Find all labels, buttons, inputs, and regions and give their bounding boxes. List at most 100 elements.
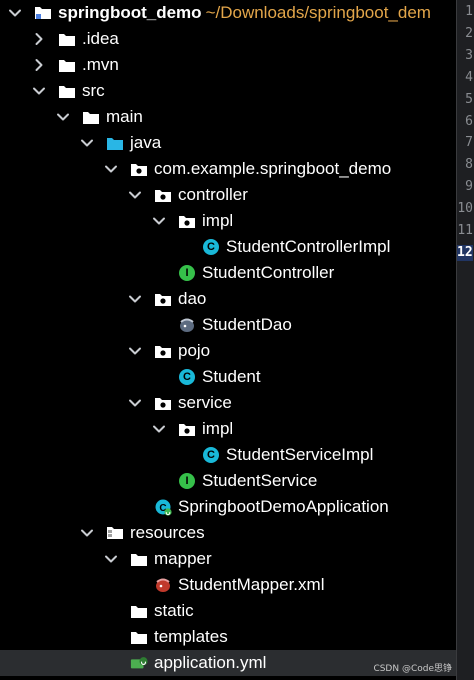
line-number: 2 — [465, 25, 473, 41]
interface-icon: I — [178, 265, 196, 281]
tree-node-student[interactable]: C Student — [0, 364, 456, 390]
folder-icon — [58, 83, 76, 99]
class-icon: C — [202, 447, 220, 463]
tree-node-impl[interactable]: impl — [0, 208, 456, 234]
tree-node-label: .idea — [82, 29, 119, 48]
project-path: ~/Downloads/springboot_dem — [205, 3, 431, 22]
resources-folder-icon — [106, 525, 124, 541]
tree-node-label: java — [130, 133, 162, 152]
tree-node-java[interactable]: java — [0, 130, 456, 156]
tree-node-label: StudentMapper.xml — [178, 575, 325, 594]
tree-node-label: SpringbootDemoApplication — [178, 497, 389, 516]
chevron-right-icon[interactable] — [32, 32, 46, 46]
line-number: 1 — [465, 4, 473, 19]
interface-icon: I — [178, 473, 196, 489]
package-icon — [154, 187, 172, 203]
package-icon — [154, 343, 172, 359]
package-icon — [154, 291, 172, 307]
chevron-down-icon[interactable] — [152, 214, 166, 228]
mybatis-xml-icon — [154, 577, 172, 593]
tree-node-label: com.example.springboot_demo — [154, 159, 392, 178]
tree-node-com-example-springboot-demo[interactable]: com.example.springboot_demo — [0, 156, 456, 182]
class-icon: C — [202, 239, 220, 255]
tree-node-label: pojo — [178, 341, 211, 360]
chevron-down-icon[interactable] — [128, 292, 142, 306]
chevron-down-icon[interactable] — [128, 188, 142, 202]
watermark: CSDN @Code思铮 — [373, 664, 452, 674]
line-number: 5 — [465, 91, 473, 107]
tree-node-label: src — [82, 81, 105, 100]
folder-icon — [130, 603, 148, 619]
tree-node-label: static — [154, 601, 194, 620]
tree-node-studentservice[interactable]: I StudentService — [0, 468, 456, 494]
line-number: 4 — [465, 69, 473, 85]
tree-node-templates[interactable]: templates — [0, 624, 456, 650]
chevron-down-icon[interactable] — [56, 110, 70, 124]
tree-node-dao[interactable]: dao — [0, 286, 456, 312]
tree-node-label: Student — [202, 367, 261, 386]
tree-node-label: .mvn — [82, 55, 119, 74]
tree-node-label: main — [106, 107, 143, 126]
tree-node-label: StudentDao — [202, 315, 292, 334]
line-number: 11 — [457, 223, 473, 238]
source-folder-icon — [106, 135, 124, 151]
line-number: 8 — [465, 157, 473, 173]
tree-node-label: templates — [154, 627, 228, 646]
package-icon — [130, 161, 148, 177]
tree-node-studentmapper-xml[interactable]: StudentMapper.xml — [0, 572, 456, 598]
tree-node-studentcontroller[interactable]: I StudentController — [0, 260, 456, 286]
tree-node-label: impl — [202, 211, 234, 230]
tree-node-impl[interactable]: impl — [0, 416, 456, 442]
tree-node-idea[interactable]: .idea — [0, 26, 456, 52]
project-tree: springboot_demo ~/Downloads/springboot_de… — [0, 0, 456, 680]
editor-gutter: 1 2 3 4 5 6 7 8 9 10 11 12 — [456, 0, 474, 680]
tree-node-label: dao — [178, 289, 207, 308]
folder-icon — [130, 629, 148, 645]
tree-node-springboot-demo[interactable]: springboot_demo ~/Downloads/springboot_de… — [0, 0, 456, 26]
tree-node-studentserviceimpl[interactable]: C StudentServiceImpl — [0, 442, 456, 468]
tree-node-studentdao[interactable]: StudentDao — [0, 312, 456, 338]
tree-node-label: resources — [130, 523, 205, 542]
folder-icon — [130, 551, 148, 567]
line-number: 12 — [457, 244, 473, 261]
package-icon — [154, 395, 172, 411]
chevron-down-icon[interactable] — [152, 422, 166, 436]
tree-node-resources[interactable]: resources — [0, 520, 456, 546]
chevron-down-icon[interactable] — [104, 162, 118, 176]
tree-node-src[interactable]: src — [0, 78, 456, 104]
tree-node-main[interactable]: main — [0, 104, 456, 130]
tree-node-mvn[interactable]: .mvn — [0, 52, 456, 78]
package-icon — [178, 421, 196, 437]
tree-node-label: mapper — [154, 549, 212, 568]
tree-node-controller[interactable]: controller — [0, 182, 456, 208]
tree-node-label: StudentServiceImpl — [226, 445, 374, 464]
tree-node-springbootdemoapplication[interactable]: C SpringbootDemoApplication — [0, 494, 456, 520]
line-number: 10 — [457, 201, 473, 217]
line-number: 7 — [465, 135, 473, 151]
chevron-right-icon[interactable] — [32, 58, 46, 72]
line-number: 9 — [465, 179, 473, 195]
tree-node-label: impl — [202, 419, 234, 438]
folder-icon — [58, 57, 76, 73]
package-icon — [178, 213, 196, 229]
tree-node-service[interactable]: service — [0, 390, 456, 416]
tree-node-label: controller — [178, 185, 248, 204]
chevron-down-icon[interactable] — [104, 552, 118, 566]
tree-node-static[interactable]: static — [0, 598, 456, 624]
chevron-down-icon[interactable] — [8, 6, 22, 20]
tree-node-mapper[interactable]: mapper — [0, 546, 456, 572]
tree-node-studentcontrollerimpl[interactable]: C StudentControllerImpl — [0, 234, 456, 260]
tree-node-pojo[interactable]: pojo — [0, 338, 456, 364]
class-icon: C — [178, 369, 196, 385]
tree-node-label: StudentService — [202, 471, 318, 490]
spring-yml-icon — [130, 655, 148, 671]
chevron-down-icon[interactable] — [80, 526, 94, 540]
chevron-down-icon[interactable] — [32, 84, 46, 98]
folder-icon — [58, 31, 76, 47]
spring-boot-class-icon: C — [154, 499, 172, 516]
project-folder-icon — [34, 5, 52, 21]
chevron-down-icon[interactable] — [128, 344, 142, 358]
chevron-down-icon[interactable] — [80, 136, 94, 150]
tree-node-label: StudentController — [202, 263, 335, 282]
chevron-down-icon[interactable] — [128, 396, 142, 410]
